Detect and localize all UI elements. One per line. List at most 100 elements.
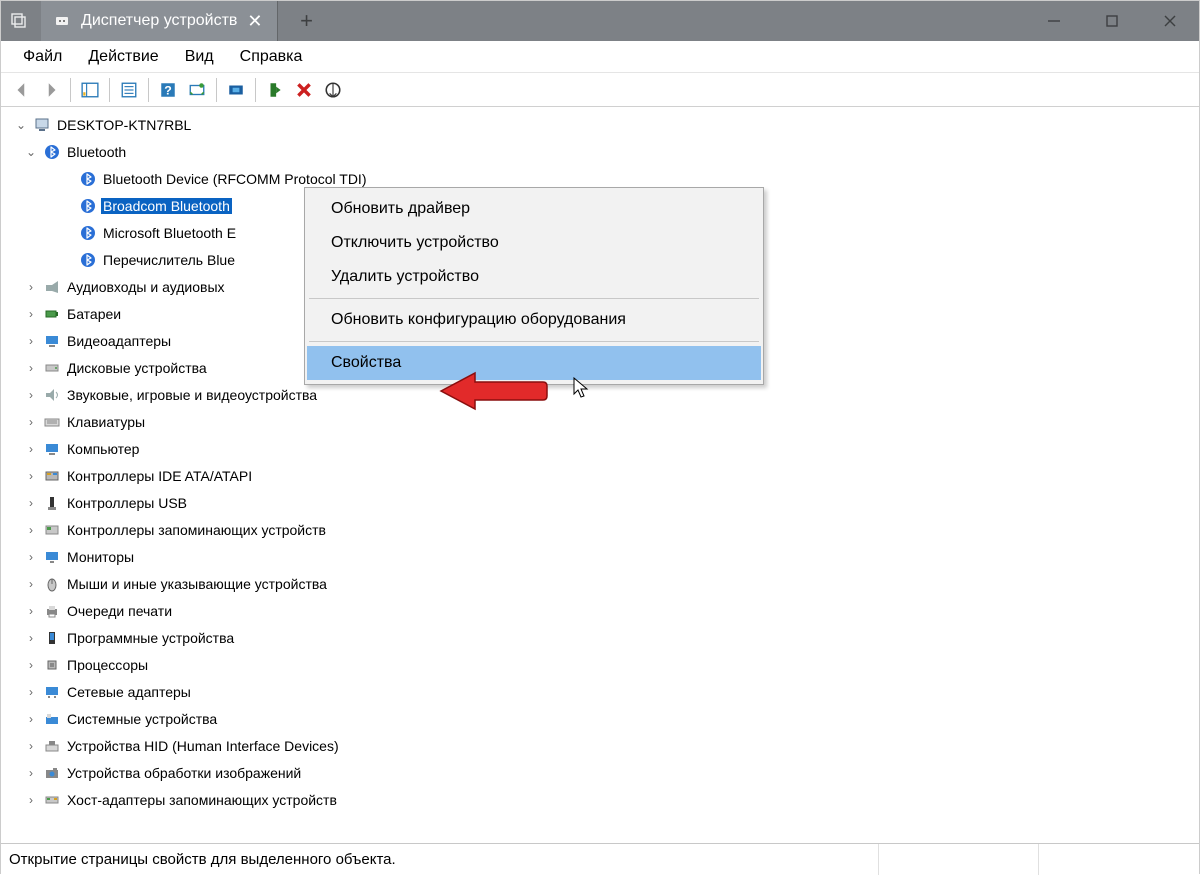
chevron-right-icon[interactable]: › [23, 414, 39, 430]
app-stack-icon [9, 11, 29, 31]
enable-device-button[interactable] [262, 77, 288, 103]
tree-category[interactable]: ›Звуковые, игровые и видеоустройства [9, 381, 1199, 408]
update-driver-button[interactable] [223, 77, 249, 103]
close-window-button[interactable] [1141, 1, 1199, 41]
chevron-right-icon[interactable]: › [23, 657, 39, 673]
tree-category[interactable]: ›Мыши и иные указывающие устройства [9, 570, 1199, 597]
toolbar-separator [109, 78, 110, 102]
bluetooth-icon [79, 197, 97, 215]
device-category-icon [43, 791, 61, 809]
uninstall-device-button[interactable] [291, 77, 317, 103]
menu-help[interactable]: Справка [228, 44, 315, 70]
tree-category-label: Контроллеры USB [65, 495, 189, 511]
properties-button[interactable] [116, 77, 142, 103]
nav-forward-button[interactable] [38, 77, 64, 103]
tree-device-label: Microsoft Bluetooth E [101, 225, 238, 241]
new-tab-button[interactable]: + [284, 8, 330, 34]
tree-device-label: Bluetooth Device (RFCOMM Protocol TDI) [101, 171, 368, 187]
device-category-icon [43, 602, 61, 620]
tree-category-label: Аудиовходы и аудиовых [65, 279, 227, 295]
chevron-right-icon[interactable]: › [23, 765, 39, 781]
chevron-right-icon[interactable]: › [23, 387, 39, 403]
show-hide-tree-button[interactable] [77, 77, 103, 103]
tree-category[interactable]: ›Системные устройства [9, 705, 1199, 732]
device-tree[interactable]: ⌄ DESKTOP-KTN7RBL ⌄ Bluetooth Bluetooth … [1, 107, 1199, 843]
tree-root[interactable]: ⌄ DESKTOP-KTN7RBL [9, 111, 1199, 138]
window-titlebar: Диспетчер устройств ✕ + [1, 1, 1199, 41]
tree-category[interactable]: ›Контроллеры запоминающих устройств [9, 516, 1199, 543]
chevron-down-icon[interactable]: ⌄ [23, 144, 39, 160]
chevron-right-icon[interactable]: › [23, 630, 39, 646]
scan-hardware-button[interactable] [184, 77, 210, 103]
close-tab-icon[interactable]: ✕ [247, 11, 262, 32]
bluetooth-icon [79, 170, 97, 188]
tree-category[interactable]: › Сетевые адаптеры [9, 678, 1199, 705]
device-category-icon [43, 737, 61, 755]
status-bar: Открытие страницы свойств для выделенног… [1, 843, 1199, 875]
minimize-button[interactable] [1025, 1, 1083, 41]
tree-category-label: Сетевые адаптеры [65, 684, 193, 700]
tree-category-label: Хост-адаптеры запоминающих устройств [65, 792, 339, 808]
status-text: Открытие страницы свойств для выделенног… [1, 844, 879, 875]
device-category-icon [43, 386, 61, 404]
menu-bar: Файл Действие Вид Справка [1, 41, 1199, 73]
device-category-icon [43, 629, 61, 647]
menu-action[interactable]: Действие [76, 44, 170, 70]
device-category-icon [43, 467, 61, 485]
toolbar: ? [1, 73, 1199, 107]
nav-back-button[interactable] [9, 77, 35, 103]
tree-category[interactable]: › Процессоры [9, 651, 1199, 678]
tree-category[interactable]: ›Устройства обработки изображений [9, 759, 1199, 786]
ctx-item-uninstall-device[interactable]: Удалить устройство [307, 260, 761, 294]
tree-category-label: Устройства HID (Human Interface Devices) [65, 738, 341, 754]
device-category-icon [43, 278, 61, 296]
chevron-right-icon[interactable]: › [23, 468, 39, 484]
chevron-right-icon[interactable]: › [23, 279, 39, 295]
tree-category[interactable]: › Хост-адаптеры запоминающих устройств [9, 786, 1199, 813]
device-category-icon [43, 359, 61, 377]
tree-category-bluetooth[interactable]: ⌄ Bluetooth [9, 138, 1199, 165]
chevron-right-icon[interactable]: › [23, 576, 39, 592]
tree-category[interactable]: › Мониторы [9, 543, 1199, 570]
chevron-right-icon[interactable]: › [23, 333, 39, 349]
tree-category-label: Батареи [65, 306, 123, 322]
tree-category-label: Мониторы [65, 549, 136, 565]
chevron-right-icon[interactable]: › [23, 711, 39, 727]
disable-device-button[interactable] [320, 77, 346, 103]
tree-spacer [59, 225, 75, 241]
chevron-right-icon[interactable]: › [23, 522, 39, 538]
tree-category[interactable]: ›Контроллеры IDE ATA/ATAPI [9, 462, 1199, 489]
maximize-button[interactable] [1083, 1, 1141, 41]
tab-device-manager[interactable]: Диспетчер устройств ✕ [41, 1, 278, 41]
menu-file[interactable]: Файл [11, 44, 74, 70]
chevron-right-icon[interactable]: › [23, 360, 39, 376]
tree-category[interactable]: › Контроллеры USB [9, 489, 1199, 516]
chevron-right-icon[interactable]: › [23, 306, 39, 322]
chevron-right-icon[interactable]: › [23, 684, 39, 700]
chevron-right-icon[interactable]: › [23, 441, 39, 457]
menu-view[interactable]: Вид [173, 44, 226, 70]
chevron-down-icon[interactable]: ⌄ [13, 117, 29, 133]
tree-category[interactable]: ›Программные устройства [9, 624, 1199, 651]
tree-category[interactable]: ›Очереди печати [9, 597, 1199, 624]
device-category-icon [43, 683, 61, 701]
chevron-right-icon[interactable]: › [23, 549, 39, 565]
ctx-item-disable-device[interactable]: Отключить устройство [307, 226, 761, 260]
chevron-right-icon[interactable]: › [23, 738, 39, 754]
tree-category-label: Процессоры [65, 657, 150, 673]
chevron-right-icon[interactable]: › [23, 792, 39, 808]
help-button[interactable]: ? [155, 77, 181, 103]
chevron-right-icon[interactable]: › [23, 603, 39, 619]
ctx-item-scan-hardware[interactable]: Обновить конфигурацию оборудования [307, 303, 761, 337]
ctx-item-update-driver[interactable]: Обновить драйвер [307, 192, 761, 226]
context-menu: Обновить драйвер Отключить устройство Уд… [304, 187, 764, 385]
bluetooth-icon [79, 224, 97, 242]
chevron-right-icon[interactable]: › [23, 495, 39, 511]
bluetooth-icon [79, 251, 97, 269]
tab-title: Диспетчер устройств [81, 12, 237, 30]
tree-category[interactable]: ›Клавиатуры [9, 408, 1199, 435]
toolbar-separator [148, 78, 149, 102]
tree-category[interactable]: ›Компьютер [9, 435, 1199, 462]
cursor-icon [573, 377, 589, 399]
tree-category[interactable]: › Устройства HID (Human Interface Devices… [9, 732, 1199, 759]
